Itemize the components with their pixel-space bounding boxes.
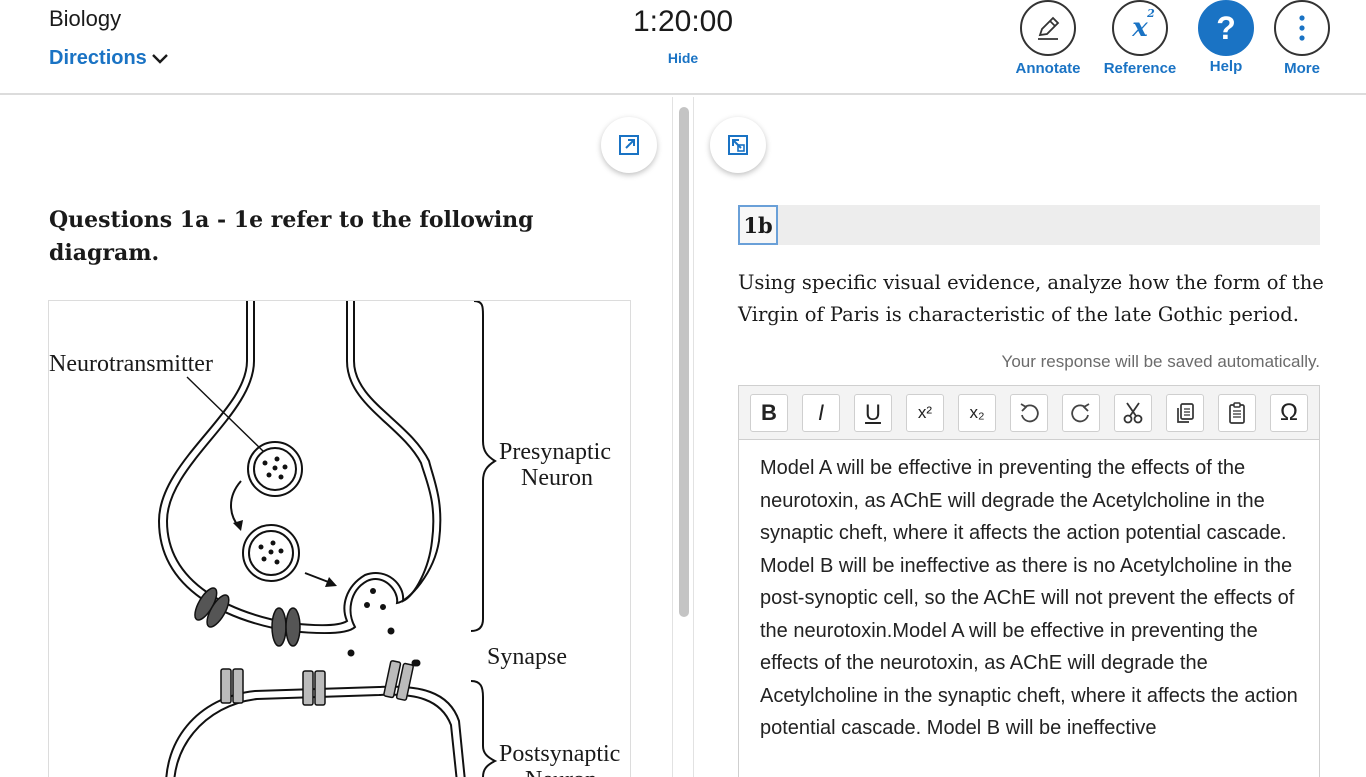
paste-button[interactable] (1218, 394, 1256, 432)
question-number: 1b (738, 205, 778, 245)
neurotransmitter-label: Neurotransmitter (49, 351, 213, 377)
passage-pane: Questions 1a - 1e refer to the following… (0, 97, 672, 777)
italic-button[interactable]: I (802, 394, 840, 432)
cut-button[interactable] (1114, 394, 1152, 432)
annotate-label: Annotate (1015, 60, 1081, 77)
presynaptic-label-line2: Neuron (521, 465, 593, 491)
synapse-label: Synapse (487, 644, 567, 670)
question-number-bar: 1b (738, 205, 1320, 245)
undo-icon (1020, 403, 1039, 423)
editor-toolbar: B I U x² x₂ Ω (739, 386, 1319, 440)
superscript-icon: x² (917, 403, 933, 422)
synapse-diagram: Neurotransmitter Presynaptic Neuron Syna… (48, 300, 631, 777)
directions-button[interactable]: Directions (49, 47, 169, 70)
superscript-button[interactable]: x² (906, 394, 944, 432)
omega-icon: Ω (1280, 399, 1298, 426)
expand-passage-button[interactable] (601, 117, 657, 173)
subscript-button[interactable]: x₂ (958, 394, 996, 432)
underline-button[interactable]: U (854, 394, 892, 432)
reference-label: Reference (1103, 60, 1177, 77)
subscript-icon: x₂ (969, 403, 985, 422)
pencil-icon (1038, 16, 1060, 40)
undo-button[interactable] (1010, 394, 1048, 432)
annotate-button[interactable]: Annotate (998, 0, 1098, 90)
hide-timer-button[interactable]: Hide (663, 50, 703, 66)
more-label: More (1284, 60, 1320, 77)
response-text[interactable]: Model A will be effective in preventing … (760, 452, 1300, 745)
autosave-note: Your response will be saved automaticall… (1001, 352, 1320, 371)
reference-button[interactable]: x2 Reference (1090, 0, 1190, 90)
chevron-down-icon (151, 53, 168, 64)
scissors-icon (1123, 402, 1143, 424)
question-icon: ? (1216, 9, 1236, 46)
synapse-diagram-svg: Neurotransmitter Presynaptic Neuron Syna… (49, 300, 620, 777)
question-prompt: Using specific visual evidence, analyze … (738, 271, 1324, 326)
collapse-icon (728, 135, 748, 155)
question-pane: 1b Using specific visual evidence, analy… (694, 97, 1366, 777)
directions-label: Directions (49, 47, 147, 69)
underline-icon: U (865, 400, 881, 425)
clipboard-icon (1229, 402, 1245, 424)
redo-icon (1071, 403, 1090, 423)
top-bar: Biology Directions 1:20:00 Hide Annotate… (0, 0, 1366, 95)
x-squared-icon: x2 (1132, 7, 1155, 43)
more-button[interactable]: More (1252, 0, 1352, 90)
expand-icon (619, 135, 639, 155)
more-vertical-icon (1299, 15, 1305, 41)
italic-icon: I (817, 400, 825, 425)
postsynaptic-label-line2: Neuron (525, 767, 597, 777)
bold-button[interactable]: B (750, 394, 788, 432)
passage-heading: Questions 1a - 1e refer to the following… (49, 207, 534, 266)
bold-icon: B (761, 400, 777, 425)
postsynaptic-label-line1: Postsynaptic (499, 741, 620, 767)
copy-icon (1177, 403, 1194, 423)
passage-scrollbar[interactable] (679, 107, 689, 617)
pane-divider[interactable] (672, 97, 694, 777)
response-editor[interactable]: B I U x² x₂ Ω Model A will be effective … (738, 385, 1320, 777)
presynaptic-label-line1: Presynaptic (499, 439, 611, 465)
copy-button[interactable] (1166, 394, 1204, 432)
subject-title: Biology (49, 6, 122, 31)
collapse-passage-button[interactable] (710, 117, 766, 173)
special-character-button[interactable]: Ω (1270, 394, 1308, 432)
redo-button[interactable] (1062, 394, 1100, 432)
